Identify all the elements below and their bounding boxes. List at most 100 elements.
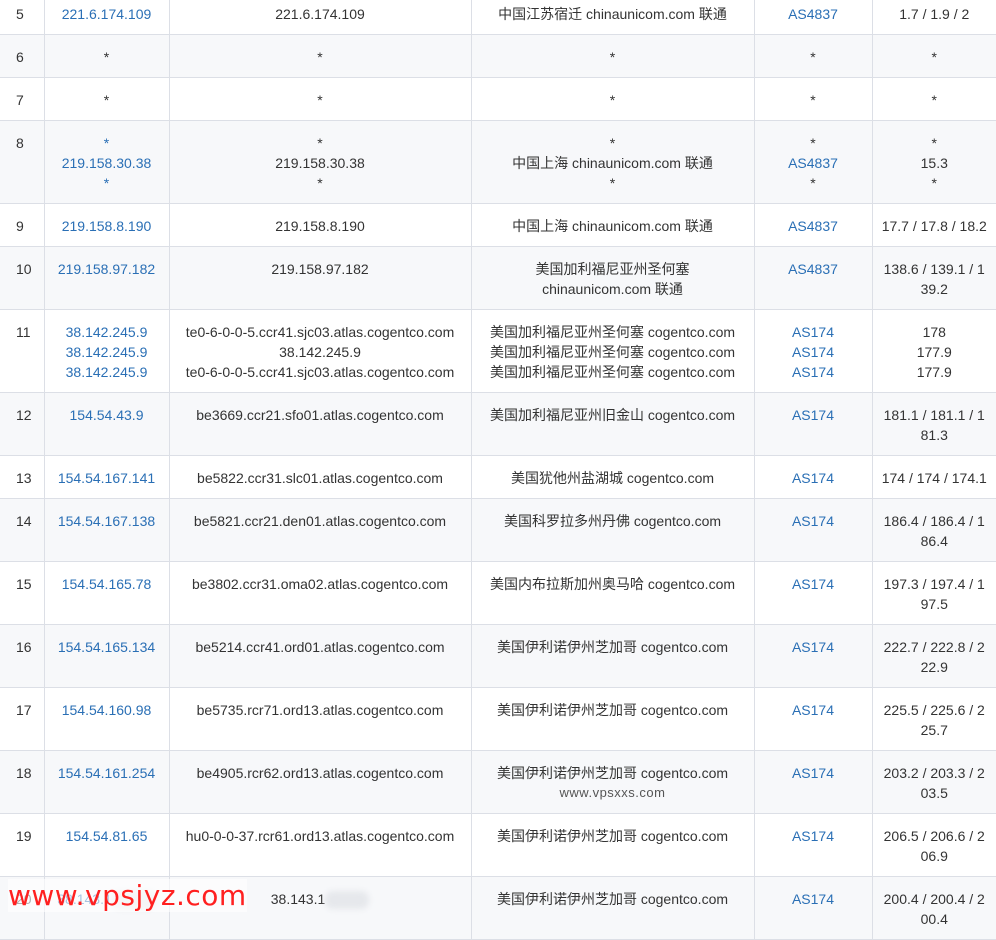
ip-address-link[interactable]: 154.54.160.98 bbox=[53, 700, 161, 720]
hop-number: 6 bbox=[16, 49, 24, 65]
ip-address-link[interactable]: 154.54.81.65 bbox=[53, 826, 161, 846]
location-text: * bbox=[609, 135, 616, 151]
location-text: * bbox=[609, 175, 616, 191]
ip-address-link[interactable]: 38.142.245.9 bbox=[53, 342, 161, 362]
asn-link[interactable]: AS174 bbox=[763, 362, 864, 382]
latency-value: 181.1 / 181.1 / 181.3 bbox=[883, 407, 985, 443]
hop-number: 13 bbox=[16, 470, 32, 486]
asn-link[interactable]: AS174 bbox=[763, 700, 864, 720]
asn-cell: AS174 AS174 AS174 bbox=[753, 309, 872, 393]
table-row: 13 154.54.167.141 be5822.ccr31.slc01.atlas… bbox=[0, 455, 996, 499]
asn-link[interactable]: AS4837 bbox=[763, 153, 864, 173]
hop-cell: 16 bbox=[0, 624, 44, 688]
hop-number: 14 bbox=[16, 513, 32, 529]
hop-number: 5 bbox=[16, 6, 24, 22]
asn-link[interactable]: AS4837 bbox=[763, 4, 864, 24]
asn-link[interactable]: AS174 bbox=[763, 637, 864, 657]
asn-link[interactable]: AS174 bbox=[763, 574, 864, 594]
location-cell: 美国伊利诺伊州芝加哥 cogentco.com www.vpsxxs.com bbox=[470, 750, 754, 814]
ip-address-link[interactable]: * bbox=[53, 133, 161, 153]
latency-value: 1.7 / 1.9 / 2 bbox=[899, 6, 970, 22]
hostname: * bbox=[317, 49, 323, 65]
ip-address-link[interactable]: 154.54.167.141 bbox=[53, 468, 161, 488]
asn-link: * bbox=[810, 175, 816, 191]
latency-value: * bbox=[931, 175, 937, 191]
ip-address-link[interactable]: 38.142.245.9 bbox=[53, 362, 161, 382]
table-row: 7 * * * * * bbox=[0, 77, 996, 121]
hop-cell: 11 bbox=[0, 309, 44, 393]
latency-value: 186.4 / 186.4 / 186.4 bbox=[883, 513, 985, 549]
hop-number: 17 bbox=[16, 702, 32, 718]
ip-cell: 154.54.160.98 bbox=[43, 687, 169, 751]
location-text: 美国伊利诺伊州芝加哥 cogentco.com bbox=[496, 891, 729, 907]
asn-cell: * AS4837 * bbox=[753, 120, 872, 204]
latency-value: 138.6 / 139.1 / 139.2 bbox=[883, 261, 985, 297]
table-row: 14 154.54.167.138 be5821.ccr21.den01.atlas… bbox=[0, 498, 996, 562]
traceroute-table: 5 221.6.174.109 221.6.174.109 中国江苏宿迁 chinau… bbox=[0, 0, 996, 940]
latency-cell: * bbox=[871, 77, 996, 121]
ip-address-link[interactable]: 219.158.8.190 bbox=[53, 216, 161, 236]
location-cell: 美国伊利诺伊州芝加哥 cogentco.com bbox=[470, 813, 754, 877]
asn-link[interactable]: AS4837 bbox=[763, 259, 864, 279]
hostname-cell: * bbox=[168, 77, 471, 121]
hostname-cell: be3669.ccr21.sfo01.atlas.cogentco.com bbox=[168, 392, 471, 456]
ip-address-link[interactable]: 154.54.165.78 bbox=[53, 574, 161, 594]
hostname: be5822.ccr31.slc01.atlas.cogentco.com bbox=[197, 470, 443, 486]
ip-address-link[interactable]: 219.158.30.38 bbox=[53, 153, 161, 173]
hostname: 38.142.245.9 bbox=[279, 344, 361, 360]
asn-link[interactable]: AS174 bbox=[763, 468, 864, 488]
ip-address-link[interactable]: 154.54.43.9 bbox=[53, 405, 161, 425]
latency-value: 206.5 / 206.6 / 206.9 bbox=[883, 828, 985, 864]
hop-cell: 10 bbox=[0, 246, 44, 310]
hop-number: 12 bbox=[16, 407, 32, 423]
traceroute-table-body: 5 221.6.174.109 221.6.174.109 中国江苏宿迁 chinau… bbox=[0, 0, 996, 940]
asn-cell: AS174 bbox=[753, 813, 872, 877]
asn-cell: * bbox=[753, 34, 872, 78]
location-text: * bbox=[609, 49, 616, 65]
latency-cell: 203.2 / 203.3 / 203.5 bbox=[871, 750, 996, 814]
hostname: be5735.rcr71.ord13.atlas.cogentco.com bbox=[196, 702, 444, 718]
hop-cell: 19 bbox=[0, 813, 44, 877]
asn-link[interactable]: AS174 bbox=[763, 763, 864, 783]
hostname-cell: te0-6-0-0-5.ccr41.sjc03.atlas.cogentco.c… bbox=[168, 309, 471, 393]
latency-cell: 178 177.9 177.9 bbox=[871, 309, 996, 393]
hostname-cell: * bbox=[168, 34, 471, 78]
ip-address-link[interactable]: 221.6.174.109 bbox=[53, 4, 161, 24]
asn-link[interactable]: AS174 bbox=[763, 322, 864, 342]
ip-address-link: * bbox=[103, 92, 110, 108]
ip-cell: 219.158.8.190 bbox=[43, 203, 169, 247]
hop-number: 16 bbox=[16, 639, 32, 655]
asn-cell: AS4837 bbox=[753, 203, 872, 247]
location-text: 美国加利福尼亚州圣何塞 cogentco.com bbox=[489, 324, 736, 340]
ip-cell: 154.54.167.141 bbox=[43, 455, 169, 499]
location-text: 美国加利福尼亚州旧金山 cogentco.com bbox=[489, 407, 736, 423]
asn-cell: AS174 bbox=[753, 498, 872, 562]
ip-address-link[interactable]: 154.54.167.138 bbox=[53, 511, 161, 531]
ip-cell: * bbox=[43, 34, 169, 78]
hop-number: 19 bbox=[16, 828, 32, 844]
asn-cell: AS174 bbox=[753, 561, 872, 625]
location-text: 美国加利福尼亚州圣何塞 cogentco.com bbox=[489, 364, 736, 380]
latency-cell: * bbox=[871, 34, 996, 78]
asn-link[interactable]: AS4837 bbox=[763, 216, 864, 236]
hop-number: 11 bbox=[16, 324, 31, 340]
latency-value: 197.3 / 197.4 / 197.5 bbox=[883, 576, 985, 612]
asn-link[interactable]: AS174 bbox=[763, 826, 864, 846]
ip-address-link[interactable]: 154.54.161.254 bbox=[53, 763, 161, 783]
ip-address-link[interactable]: 219.158.97.182 bbox=[53, 259, 161, 279]
ip-address-link[interactable]: 38.142.245.9 bbox=[53, 322, 161, 342]
asn-link[interactable]: AS174 bbox=[763, 889, 864, 909]
ip-address-link[interactable]: 154.54.165.134 bbox=[53, 637, 161, 657]
hop-cell: 8 bbox=[0, 120, 44, 204]
ip-address-link: * bbox=[103, 49, 110, 65]
asn-cell: AS4837 bbox=[753, 246, 872, 310]
latency-value: 222.7 / 222.8 / 222.9 bbox=[883, 639, 985, 675]
location-text: 美国科罗拉多州丹佛 cogentco.com bbox=[503, 513, 722, 529]
hostname-cell: be3802.ccr31.oma02.atlas.cogentco.com bbox=[168, 561, 471, 625]
asn-link[interactable]: AS174 bbox=[763, 511, 864, 531]
asn-cell: AS174 bbox=[753, 750, 872, 814]
ip-address-link[interactable]: * bbox=[53, 173, 161, 193]
asn-link[interactable]: AS174 bbox=[763, 342, 864, 362]
location-text: 美国伊利诺伊州芝加哥 cogentco.com bbox=[496, 765, 729, 781]
asn-link[interactable]: AS174 bbox=[763, 405, 864, 425]
